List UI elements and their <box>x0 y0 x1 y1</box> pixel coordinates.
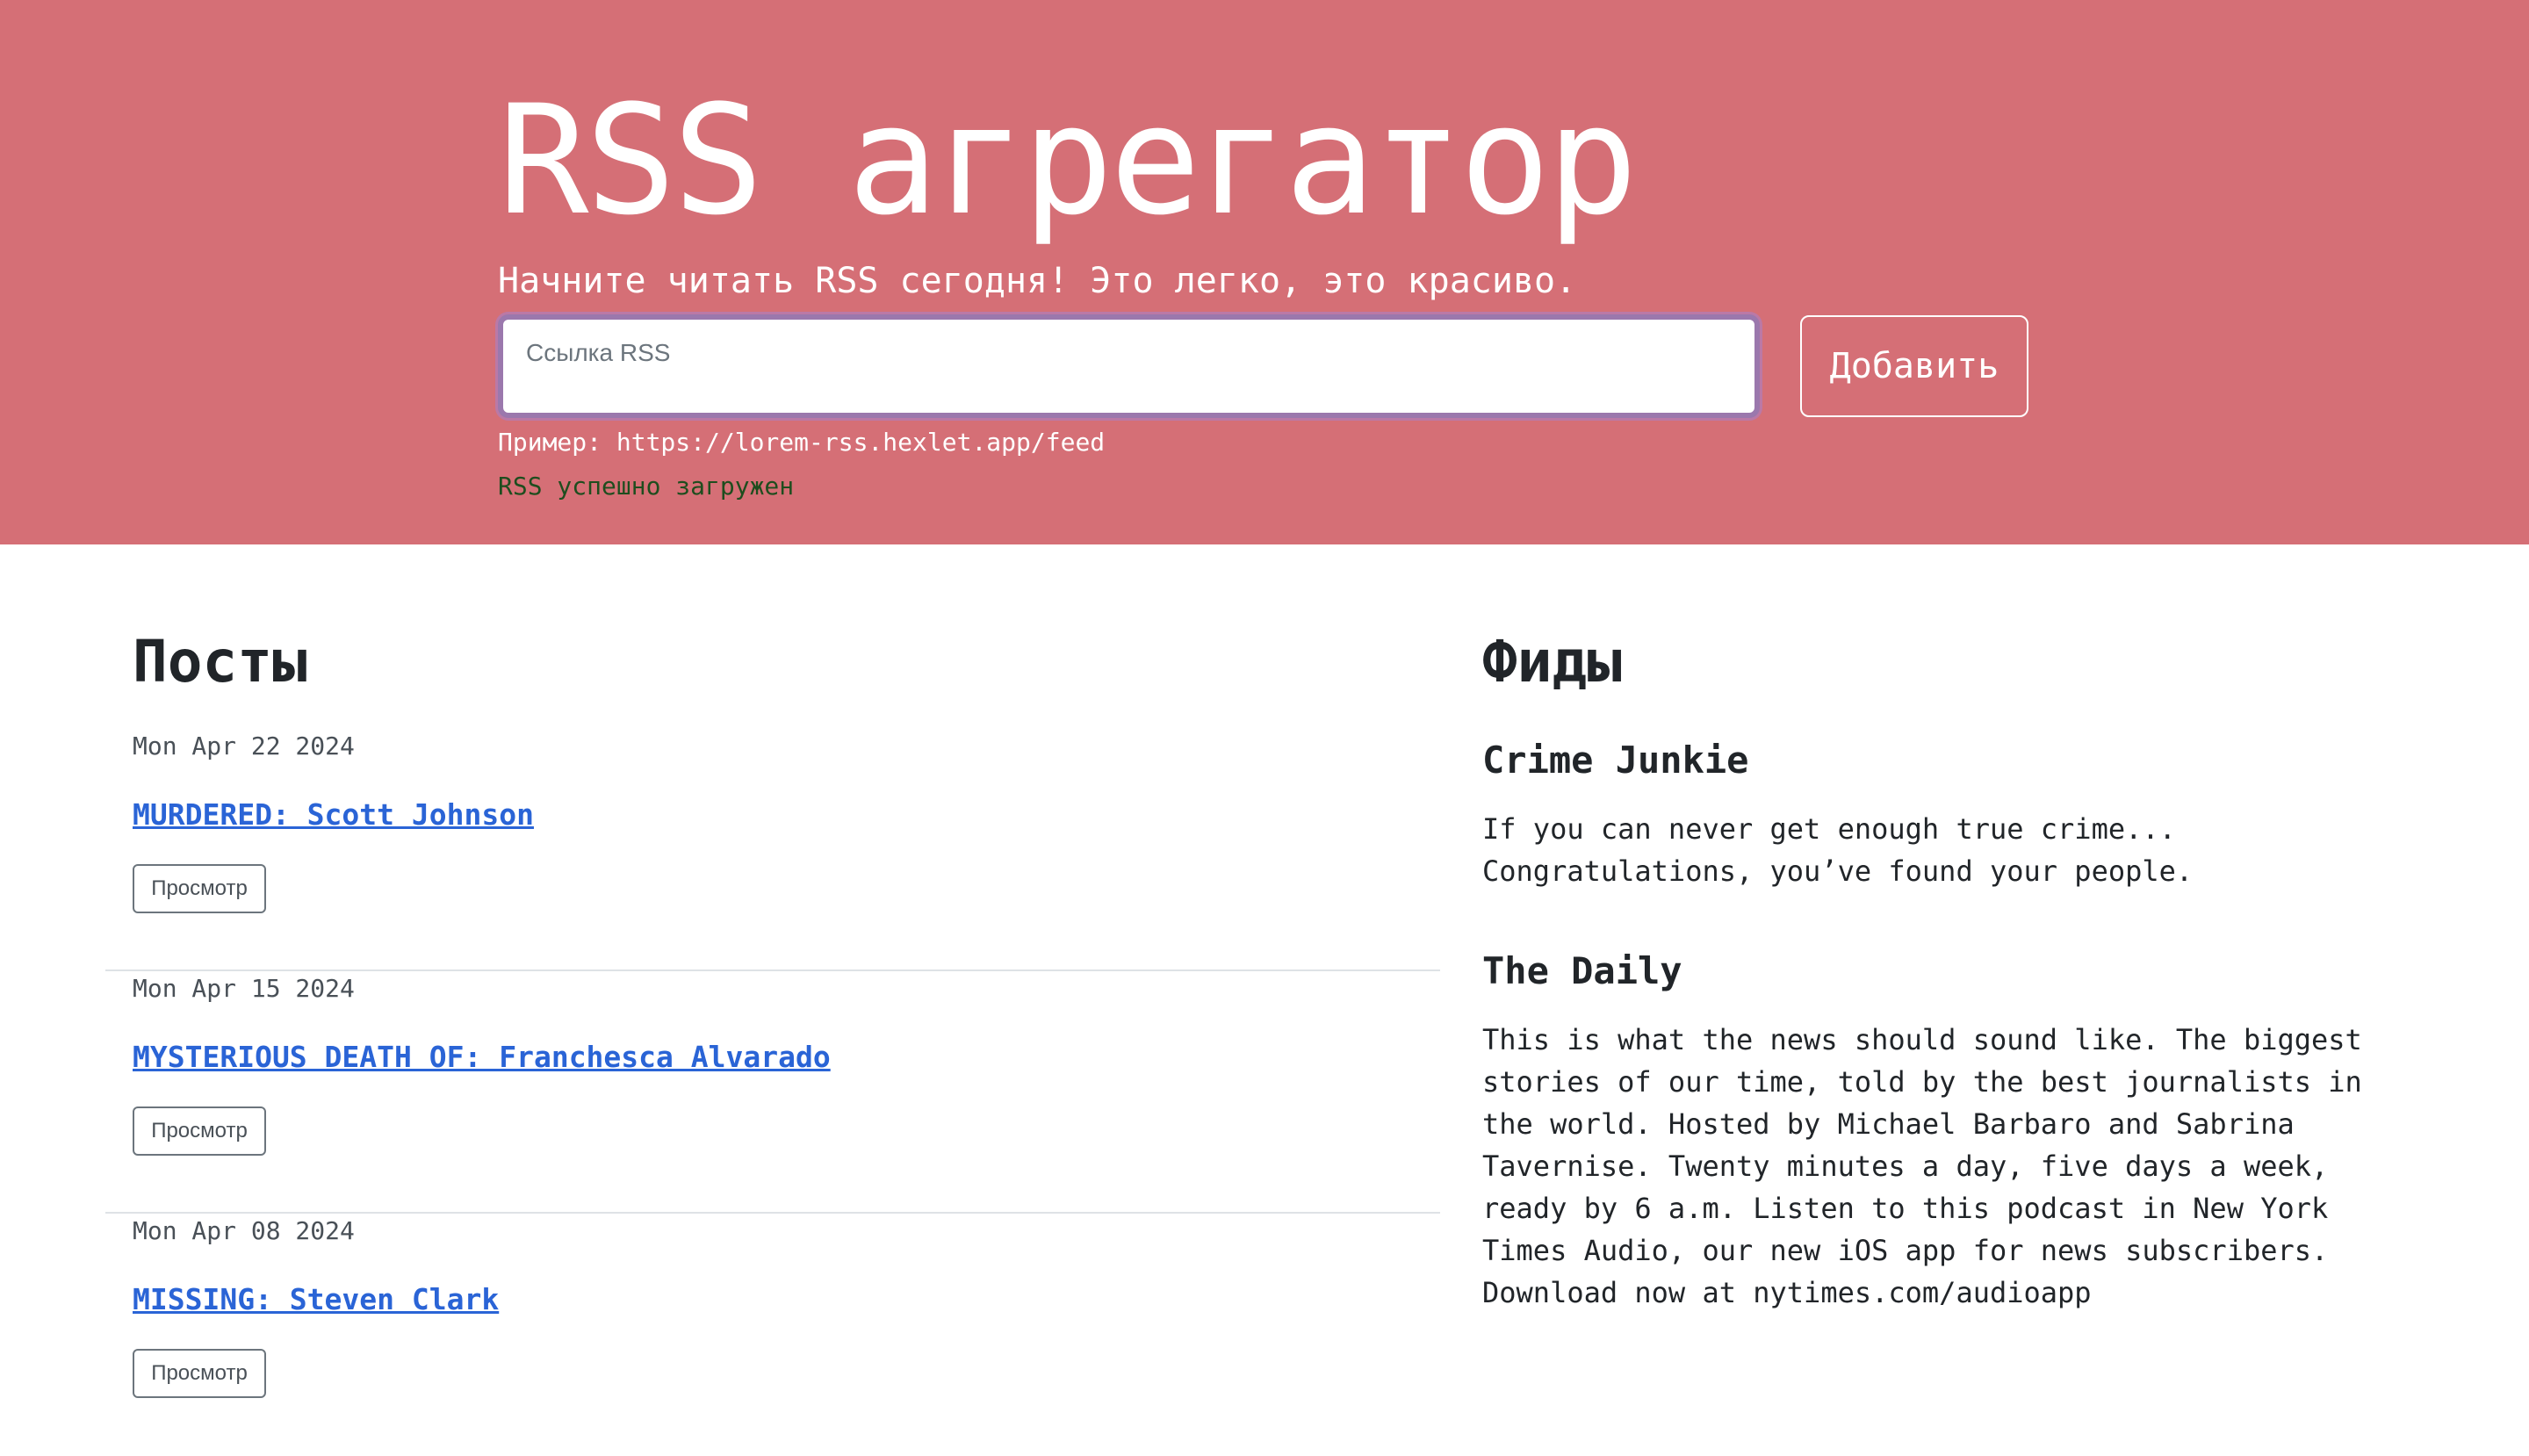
post-link[interactable]: MURDERED: Scott Johnson <box>133 796 534 834</box>
feed-description: This is what the news should sound like.… <box>1482 1023 2362 1309</box>
hero-section: RSS агрегатор Начните читать RSS сегодня… <box>0 0 2529 544</box>
post-date: Mon Apr 08 2024 <box>133 1216 355 1245</box>
feeds-title: Фиды <box>1482 628 1622 696</box>
example-hint: Пример: https://lorem-rss.hexlet.app/fee… <box>498 428 1106 457</box>
post-link[interactable]: MYSTERIOUS DEATH OF: Franchesca Alvarado <box>133 1038 831 1077</box>
posts-title: Посты <box>133 628 307 696</box>
post-link[interactable]: MISSING: Steven Clark <box>133 1280 499 1319</box>
page-title: RSS агрегатор <box>498 72 1638 249</box>
post-item: Mon Apr 22 2024 MURDERED: Scott Johnson … <box>105 729 1440 971</box>
post-item: Mon Apr 15 2024 MYSTERIOUS DEATH OF: Fra… <box>105 971 1440 1214</box>
view-post-button[interactable]: Просмотр <box>133 1349 266 1398</box>
post-date: Mon Apr 22 2024 <box>133 732 355 760</box>
feed-item: The Daily This is what the news should s… <box>1482 947 2431 1314</box>
feed-title: The Daily <box>1482 949 1682 992</box>
post-item: Mon Apr 08 2024 MISSING: Steven Clark Пр… <box>105 1214 1440 1456</box>
add-feed-button[interactable]: Добавить <box>1800 315 2028 417</box>
page-lead: Начните читать RSS сегодня! Это легко, э… <box>498 261 1577 301</box>
post-date: Mon Apr 15 2024 <box>133 974 355 1003</box>
feedback-message: RSS успешно загружен <box>498 472 795 501</box>
feed-title: Crime Junkie <box>1482 739 1749 782</box>
view-post-button[interactable]: Просмотр <box>133 864 266 913</box>
feed-item: Crime Junkie If you can never get enough… <box>1482 736 2431 892</box>
view-post-button[interactable]: Просмотр <box>133 1106 266 1156</box>
rss-url-input-label: Ссылка RSS <box>526 339 671 366</box>
rss-url-input[interactable]: Ссылка RSS <box>498 314 1760 418</box>
feed-description: If you can never get enough true crime..… <box>1482 812 2194 888</box>
